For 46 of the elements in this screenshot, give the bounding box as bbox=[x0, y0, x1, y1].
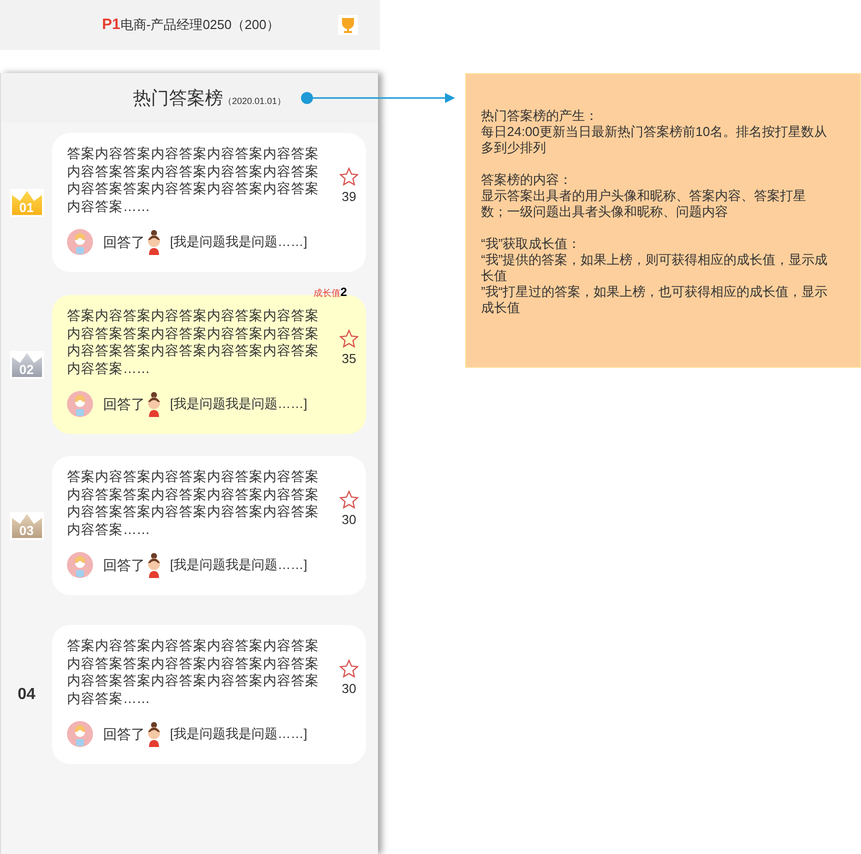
star-icon bbox=[339, 490, 359, 510]
note-heading: 热门答案榜的产生： bbox=[481, 108, 599, 124]
star-icon bbox=[339, 329, 359, 349]
note-heading: “我”获取成长值： bbox=[481, 236, 582, 252]
note-heading: 答案榜的内容： bbox=[481, 172, 573, 188]
user-name: 电商-产品经理0250（200） bbox=[120, 16, 280, 34]
note-text: “我”提供的答案，如果上榜，则可获得相应的成长值，显示成长值 bbox=[481, 252, 829, 284]
star-icon bbox=[339, 659, 359, 679]
answered-label: 回答了 bbox=[103, 232, 145, 252]
avatar-icon bbox=[67, 229, 93, 255]
question-text: [我是问题我是问题……] bbox=[170, 233, 308, 252]
panel-title: 热门答案榜 bbox=[132, 86, 223, 110]
rank-number: 04 bbox=[18, 684, 36, 704]
rank-number: 03 bbox=[18, 522, 35, 540]
person-icon bbox=[145, 552, 163, 578]
answer-text: 答案内容答案内容答案内容答案内容答案内容答案答案内容答案内容答案内容答案内容答案答案内容答案内容答案内容答案内容答案…… bbox=[67, 468, 320, 538]
note-text: 显示答案出具者的用户头像和昵称、答案内容、答案打星数；一级问题出具者头像和昵称、问题内容 bbox=[481, 188, 807, 220]
question-text: [我是问题我是问题……] bbox=[170, 556, 308, 574]
rank-number: 02 bbox=[18, 360, 35, 378]
avatar-icon bbox=[67, 552, 93, 578]
note-text: ”我“打星过的答案，如果上榜，也可获得相应的成长值，显示成长值 bbox=[481, 284, 829, 316]
person-icon bbox=[145, 391, 163, 417]
star-count: 35 bbox=[342, 350, 356, 368]
avatar-icon bbox=[67, 391, 93, 417]
growth-label: 成长值 bbox=[313, 287, 340, 300]
answered-label: 回答了 bbox=[103, 394, 145, 414]
answer-text: 答案内容答案内容答案内容答案内容答案内容答案答案内容答案内容答案内容答案内容答案答案内容答案内容答案内容答案内容答案…… bbox=[67, 145, 320, 215]
star-count: 30 bbox=[342, 511, 356, 529]
answer-text: 答案内容答案内容答案内容答案内容答案内容答案答案内容答案内容答案内容答案内容答案答案内容答案内容答案内容答案内容答案…… bbox=[67, 637, 320, 707]
star-count: 30 bbox=[342, 680, 356, 698]
question-text: [我是问题我是问题……] bbox=[170, 725, 308, 744]
answer-text: 答案内容答案内容答案内容答案内容答案内容答案答案内容答案内容答案内容答案内容答案答案内容答案内容答案内容答案内容答案…… bbox=[67, 307, 320, 377]
rank-number: 01 bbox=[18, 198, 35, 216]
level-label: P1 bbox=[102, 14, 120, 35]
growth-value: 2 bbox=[340, 284, 347, 301]
note-text: 每日24:00更新当日最新热门答案榜前10名。排名按打星数从多到少排列 bbox=[481, 124, 828, 156]
question-text: [我是问题我是问题……] bbox=[170, 395, 308, 414]
panel-date: （2020.01.01） bbox=[222, 94, 286, 108]
answered-label: 回答了 bbox=[103, 556, 145, 574]
trophy-icon bbox=[338, 15, 358, 35]
avatar-icon bbox=[67, 721, 93, 747]
star-icon bbox=[339, 167, 359, 187]
person-icon bbox=[145, 721, 163, 747]
answered-label: 回答了 bbox=[103, 724, 145, 744]
star-count: 39 bbox=[342, 188, 356, 206]
person-icon bbox=[145, 229, 163, 255]
